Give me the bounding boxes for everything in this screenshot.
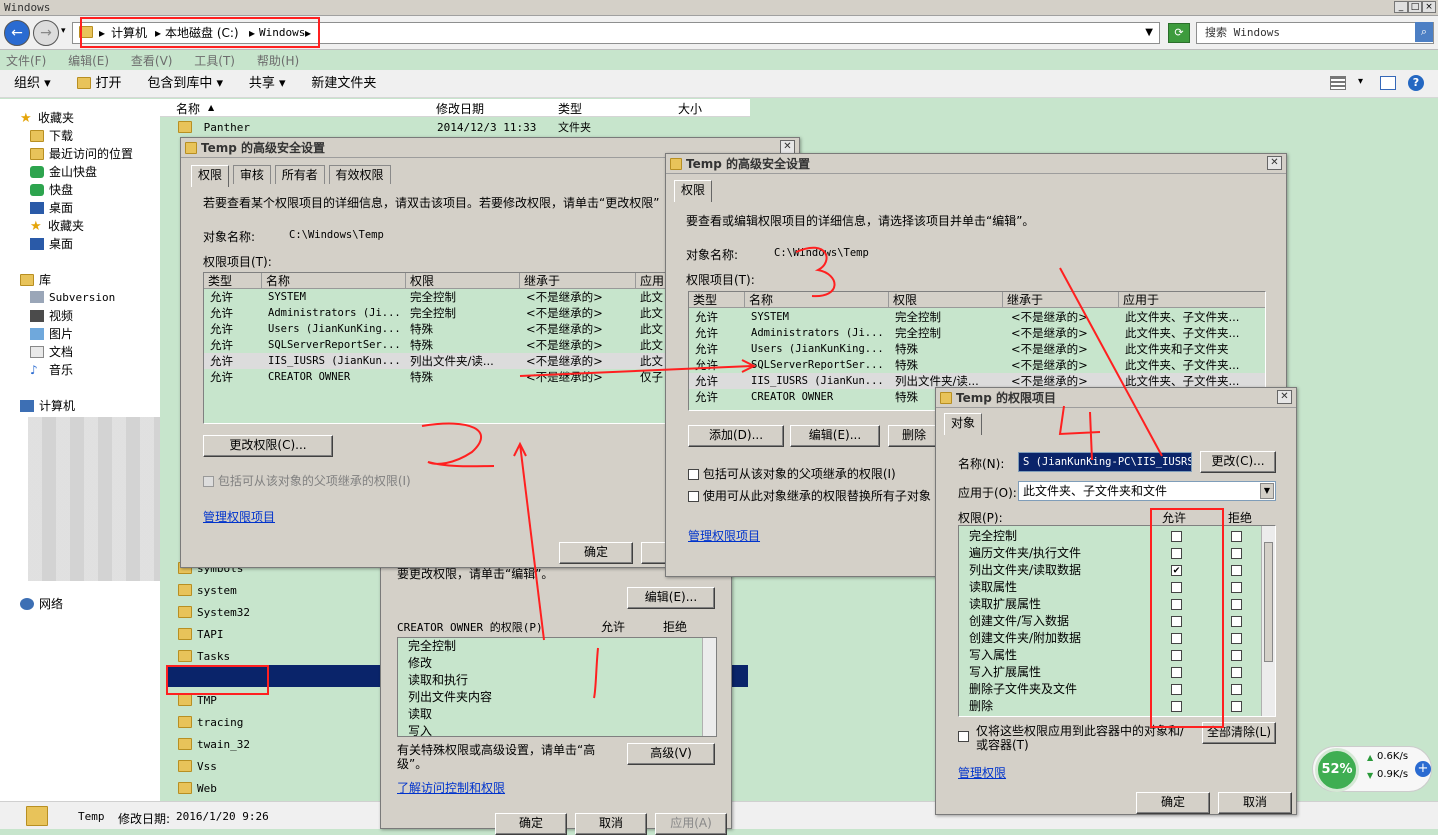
download-speed: 0.9K/s bbox=[1377, 769, 1409, 780]
annotation-stroke-1 bbox=[593, 647, 599, 699]
add-icon[interactable]: + bbox=[1415, 761, 1431, 777]
arrow-line-a bbox=[519, 365, 753, 377]
arrow-line-c bbox=[1059, 267, 1163, 457]
annotation-layer bbox=[421, 246, 1163, 699]
network-speed-widget[interactable]: 52% ▲ 0.6K/s ▼ 0.9K/s + bbox=[1312, 746, 1432, 792]
annotation-stroke-4 bbox=[1058, 405, 1101, 461]
upload-arrow-icon: ▲ bbox=[1367, 753, 1374, 762]
widget-percent: 52% bbox=[1315, 748, 1359, 792]
arrow-line-b bbox=[519, 443, 545, 641]
annotation-stroke-2 bbox=[421, 422, 495, 468]
download-arrow-icon: ▼ bbox=[1367, 771, 1374, 780]
annotation-stroke-3 bbox=[795, 246, 836, 298]
upload-speed: 0.6K/s bbox=[1377, 751, 1409, 762]
